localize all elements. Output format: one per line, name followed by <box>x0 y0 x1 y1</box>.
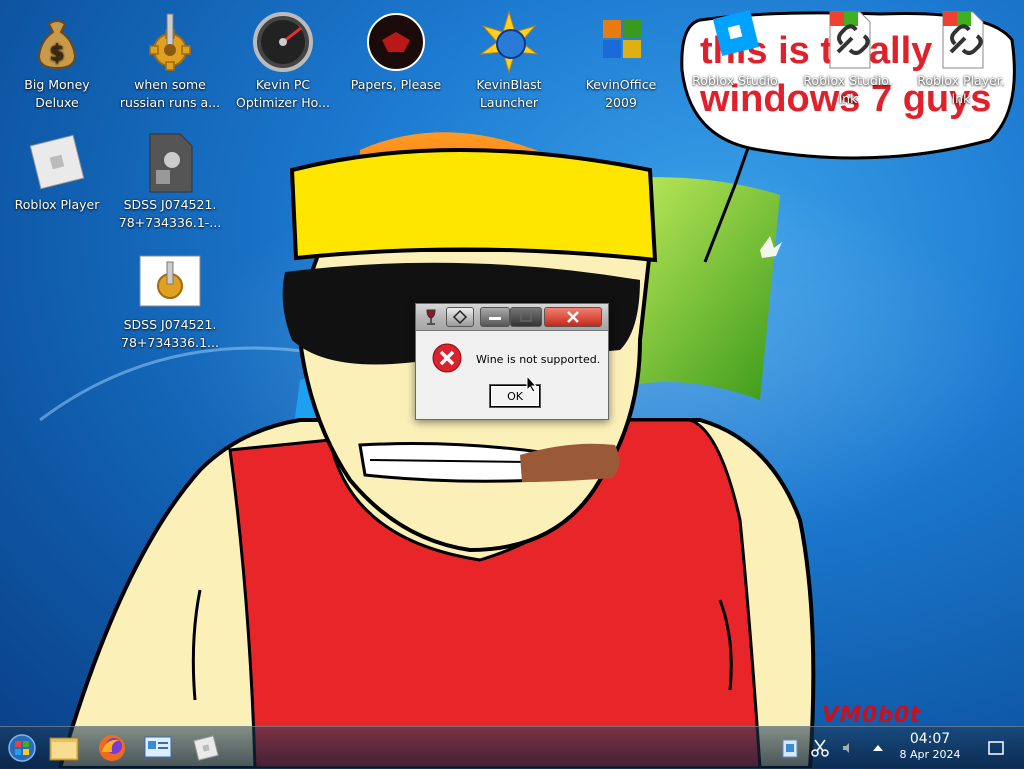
dialog-titlebar[interactable] <box>416 304 608 331</box>
starburst-icon <box>477 10 541 74</box>
dialog-body: Wine is not supported. OK <box>416 331 608 419</box>
desktop-icon-kevinblast-launcher[interactable]: KevinBlast Launcher <box>454 6 564 112</box>
control-panel-icon[interactable] <box>142 732 174 764</box>
desktop-icon-russian-runs[interactable]: when some russian runs a... <box>115 6 225 112</box>
chevron-up-icon[interactable] <box>868 738 888 758</box>
clock-time: 04:07 <box>909 731 951 747</box>
close-button[interactable] <box>544 307 602 327</box>
gear-icon <box>138 250 202 314</box>
svg-text:$: $ <box>49 41 64 66</box>
roblox-taskbar-icon[interactable] <box>190 732 222 764</box>
desktop-icon-label: SDSS J074521. 78+734336.1-... <box>118 197 222 230</box>
desktop-icon-roblox-player-lnk[interactable]: Roblox Player. lnk <box>906 2 1016 108</box>
roblox-studio-icon <box>703 6 767 70</box>
papers-please-icon <box>364 10 428 74</box>
taskbar-clock[interactable]: 04:07 8 Apr 2024 <box>890 731 970 763</box>
roblox-icon <box>25 130 89 194</box>
desktop-icon-label: KevinOffice 2009 <box>585 77 657 110</box>
firefox-icon[interactable] <box>96 732 128 764</box>
desktop-icon-label: Roblox Studio <box>692 73 778 88</box>
file-gear-icon <box>138 130 202 194</box>
mouse-cursor-icon <box>526 374 538 393</box>
desktop-icon-label: Roblox Player <box>14 197 100 212</box>
desktop-icon-label: Big Money Deluxe <box>24 77 90 110</box>
desktop-icon-kevinoffice-2009[interactable]: KevinOffice 2009 <box>566 6 676 112</box>
gauge-icon <box>251 10 315 74</box>
gear-icon <box>138 10 202 74</box>
clock-date: 8 Apr 2024 <box>899 748 961 761</box>
desktop-icon-label: Papers, Please <box>350 77 442 92</box>
wine-glass-icon[interactable] <box>422 308 440 326</box>
close-icon <box>567 311 579 323</box>
desktop-icon-sdss-file-2[interactable]: SDSS J074521. 78+734336.1... <box>115 246 225 352</box>
money-bag-icon: $ <box>25 10 89 74</box>
volume-tray-icon[interactable] <box>838 738 858 758</box>
desktop-icon-label: when some russian runs a... <box>119 77 221 110</box>
desktop-icon-roblox-studio[interactable]: Roblox Studio <box>680 2 790 90</box>
desktop-icon-label: Roblox Player. lnk <box>917 73 1005 106</box>
shortcut-icon <box>816 6 880 70</box>
desktop-icon-label: KevinBlast Launcher <box>476 77 542 110</box>
shortcut-icon <box>929 6 993 70</box>
show-desktop-icon[interactable] <box>986 738 1006 758</box>
dialog-message: Wine is not supported. <box>476 353 601 366</box>
scissors-tray-icon[interactable] <box>810 738 830 758</box>
desktop-icon-label: Kevin PC Optimizer Ho... <box>236 77 330 110</box>
desktop-icon-label: Roblox Studio. lnk <box>803 73 893 106</box>
start-orb-icon[interactable] <box>6 732 38 764</box>
taskbar: 04:07 8 Apr 2024 <box>0 726 1024 769</box>
office-icon <box>589 10 653 74</box>
wine-error-dialog: Wine is not supported. OK <box>415 303 609 420</box>
desktop-icon-roblox-player[interactable]: Roblox Player <box>2 126 112 214</box>
error-icon <box>432 343 462 373</box>
desktop-icon-sdss-file-1[interactable]: SDSS J074521. 78+734336.1-... <box>115 126 225 232</box>
desktop-icon-kevin-pc-optimizer[interactable]: Kevin PC Optimizer Ho... <box>228 6 338 112</box>
desktop-icon-papers-please[interactable]: Papers, Please <box>341 6 451 94</box>
desktop-icon-big-money-deluxe[interactable]: $ Big Money Deluxe <box>2 6 112 112</box>
file-manager-icon[interactable] <box>48 732 80 764</box>
desktop-icon-roblox-studio-lnk[interactable]: Roblox Studio. lnk <box>793 2 903 108</box>
minimize-button[interactable] <box>480 307 510 327</box>
maximize-button[interactable] <box>510 307 542 327</box>
clipboard-tray-icon[interactable] <box>780 738 800 758</box>
vm-watermark: VM0b0t <box>822 703 921 728</box>
desktop-icon-label: SDSS J074521. 78+734336.1... <box>121 317 219 350</box>
pin-button[interactable] <box>446 307 474 327</box>
